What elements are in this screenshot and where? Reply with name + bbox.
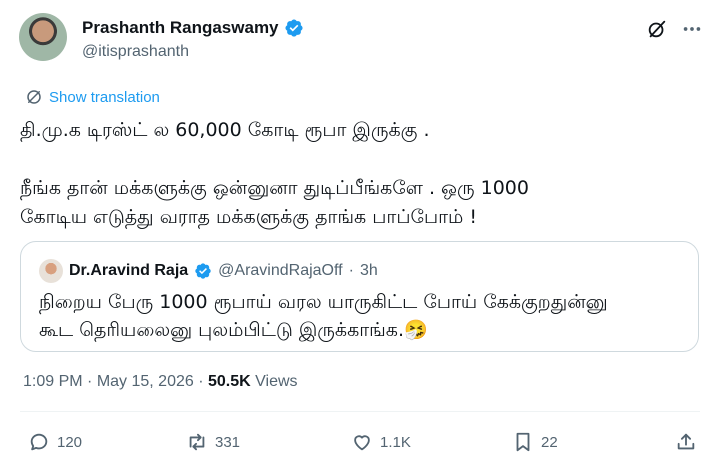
verified-badge-icon [195, 263, 211, 279]
like-count: 1.1K [380, 433, 411, 451]
author-name-row[interactable]: Prashanth Rangaswamy [82, 18, 304, 38]
quoted-author-name: Dr.Aravind Raja [69, 262, 189, 279]
views-count: 50.5K [207, 373, 251, 390]
quoted-post-header: Dr.Aravind Raja @AravindRajaOff · 3h [39, 259, 378, 283]
repost-button[interactable]: 331 [186, 431, 240, 453]
quoted-post-time: 3h [359, 262, 378, 279]
quoted-author-handle: @AravindRajaOff [218, 262, 343, 279]
post-meta: 1:09 PM · May 15, 2026 · 50.5K Views [23, 373, 298, 391]
like-button[interactable]: 1.1K [351, 431, 411, 453]
quoted-author-avatar [39, 259, 63, 283]
quoted-separator: · [348, 262, 354, 279]
author-name[interactable]: Prashanth Rangaswamy [82, 18, 279, 38]
quoted-post[interactable]: Dr.Aravind Raja @AravindRajaOff · 3h நிற… [20, 241, 699, 352]
repost-count: 331 [215, 433, 241, 451]
repost-icon [189, 433, 205, 451]
bookmark-icon [516, 432, 530, 452]
grok-icon[interactable] [646, 18, 668, 40]
bookmark-count: 22 [541, 433, 558, 451]
quoted-post-text: நிறைய பேரு 1000 ரூபாய் வரல யாருகிட்ட போய… [39, 291, 608, 341]
post-date[interactable]: May 15, 2026 [97, 373, 194, 390]
reply-button[interactable]: 120 [28, 431, 82, 453]
more-icon[interactable] [681, 18, 703, 40]
reply-count: 120 [57, 433, 83, 451]
reply-icon [30, 433, 48, 451]
divider [20, 411, 700, 412]
post-time[interactable]: 1:09 PM [23, 373, 83, 390]
share-icon[interactable] [675, 431, 697, 453]
tweet-text: தி.மு.க டிரஸ்ட் ல 60,000 கோடி ரூபா இருக்… [20, 119, 529, 228]
verified-badge-icon [284, 19, 303, 37]
bookmark-button[interactable]: 22 [512, 431, 558, 453]
show-translation-link[interactable]: Show translation [25, 88, 160, 106]
show-translation-label[interactable]: Show translation [49, 89, 160, 106]
author-handle[interactable]: @itisprashanth [82, 43, 189, 61]
author-avatar[interactable] [19, 13, 67, 61]
meta-separator: · [193, 373, 208, 390]
views-label: Views [250, 373, 298, 390]
meta-separator: · [82, 373, 97, 390]
translate-icon [27, 90, 41, 104]
like-icon [354, 435, 370, 451]
